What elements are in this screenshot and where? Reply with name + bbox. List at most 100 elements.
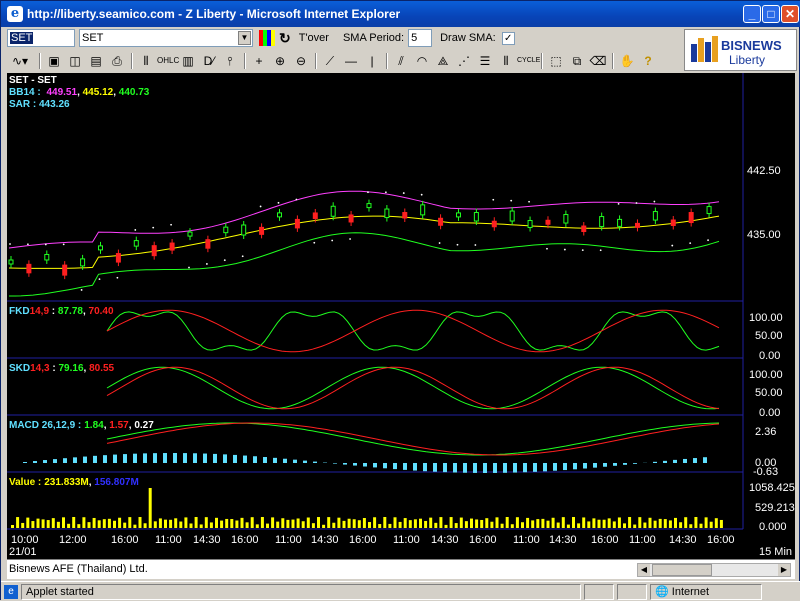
value-bar: [108, 519, 111, 528]
turnover-label[interactable]: T'over: [295, 32, 333, 44]
macd-histogram-bar: [263, 457, 267, 463]
value-bar: [394, 517, 397, 528]
dy-icon[interactable]: D⁄: [199, 52, 219, 70]
horizontal-scrollbar[interactable]: ◀ ▶: [637, 563, 791, 577]
value-bar: [689, 524, 692, 528]
value-bar: [598, 520, 601, 528]
legend-bb-label: BB14 :: [9, 87, 41, 98]
value-bar: [480, 520, 483, 528]
close-button[interactable]: ✕: [781, 5, 799, 23]
help-icon[interactable]: ?: [638, 52, 658, 70]
value-bar: [230, 519, 233, 528]
zoom-out-icon[interactable]: ⊖: [291, 52, 311, 70]
value-bar: [669, 520, 672, 528]
bar-chart-icon[interactable]: ▥: [178, 52, 198, 70]
candle: [671, 220, 675, 226]
symbol-input[interactable]: SET: [7, 29, 75, 47]
indicator-icon[interactable]: ⫯: [220, 52, 240, 70]
chart-canvas[interactable]: SET - SET BB14 : 449.51, 445.12, 440.73 …: [7, 73, 795, 559]
separator: [386, 53, 388, 69]
macd-histogram-bar: [653, 462, 657, 463]
y-label-fkd-100: 100.00: [749, 312, 783, 324]
copy-icon[interactable]: ⧉: [567, 52, 587, 70]
horizontal-line-icon[interactable]: —: [341, 52, 361, 70]
draw-sma-label: Draw SMA:: [436, 32, 500, 44]
legend-fkd-name: FKD: [9, 306, 30, 317]
cycle-icon[interactable]: CYCLE: [517, 52, 537, 70]
value-bar: [164, 520, 167, 528]
macd-histogram-bar: [413, 463, 417, 471]
zoom-in-icon[interactable]: ⊕: [270, 52, 290, 70]
scrollbar-thumb[interactable]: [652, 564, 712, 576]
ohlc-icon[interactable]: OHLC: [157, 52, 177, 70]
value-bar: [128, 517, 131, 528]
separator: [131, 53, 133, 69]
macd-histogram-bar: [593, 463, 597, 468]
candle: [45, 254, 49, 259]
value-bar: [536, 519, 539, 528]
value-bar: [215, 518, 218, 528]
time-zone-icon[interactable]: ⦀: [496, 52, 516, 70]
scroll-left-icon[interactable]: ◀: [638, 564, 650, 576]
macd-histogram-bar: [33, 461, 37, 463]
value-bar: [312, 523, 315, 528]
channel-icon[interactable]: ⫽: [391, 52, 411, 70]
hand-icon[interactable]: ✋: [617, 52, 637, 70]
open-icon[interactable]: ▣: [44, 52, 64, 70]
x-axis-label: 16:00: [591, 534, 619, 546]
sar-dot: [116, 277, 118, 279]
maximize-button[interactable]: □: [762, 5, 780, 23]
scroll-right-icon[interactable]: ▶: [778, 564, 790, 576]
chevron-down-icon[interactable]: ▼: [238, 31, 251, 45]
x-axis-label: 11:00: [155, 534, 182, 546]
trend-line-icon[interactable]: ⟋: [320, 52, 340, 70]
symbol-select[interactable]: SET ▼: [79, 29, 253, 47]
minimize-button[interactable]: _: [743, 5, 761, 23]
speed-line-icon[interactable]: ⋰: [454, 52, 474, 70]
macd-histogram-bar: [113, 455, 117, 463]
value-bar: [322, 525, 325, 528]
select-icon[interactable]: ⬚: [546, 52, 566, 70]
macd-histogram-bar: [93, 456, 97, 463]
value-bar: [159, 518, 162, 528]
crosshair-icon[interactable]: +: [249, 52, 269, 70]
delete-icon[interactable]: ⌫: [588, 52, 608, 70]
fibonacci-retrace-icon[interactable]: ☰: [475, 52, 495, 70]
value-bar: [465, 521, 468, 528]
y-axis-labels: 442.50 435.00 100.00 50.00 0.00 100.00 5…: [747, 165, 795, 533]
print-icon[interactable]: ⎙: [107, 52, 127, 70]
sar-dot: [99, 278, 101, 280]
x-axis: 10:0012:0016:0011:0014:3016:0011:0014:30…: [11, 534, 735, 546]
legend-skd-v1: 79.16: [58, 363, 83, 374]
bisnews-logo-icon: BISNEWS Liberty: [685, 30, 798, 72]
value-bar: [419, 519, 422, 528]
candle: [9, 260, 13, 264]
macd-histogram-bar: [283, 459, 287, 463]
sar-dot: [653, 201, 655, 203]
value-bar: [450, 517, 453, 528]
refresh-icon[interactable]: ↻: [275, 30, 295, 47]
fan-icon[interactable]: ⟁: [433, 52, 453, 70]
candle: [277, 213, 281, 217]
oscillator-signal-line: [107, 367, 719, 409]
value-bar: [118, 518, 121, 528]
fibonacci-arc-icon[interactable]: ◠: [412, 52, 432, 70]
candle-icon[interactable]: ⫴: [136, 52, 156, 70]
draw-sma-checkbox[interactable]: ✓: [502, 32, 515, 45]
new-window-icon[interactable]: ◫: [65, 52, 85, 70]
color-palette-icon[interactable]: [259, 30, 275, 46]
bisnews-logo[interactable]: BISNEWS Liberty: [684, 29, 797, 71]
sar-dot: [492, 199, 494, 201]
macd-histogram-bar: [383, 463, 387, 468]
candle: [689, 213, 693, 223]
save-icon[interactable]: ▤: [86, 52, 106, 70]
vertical-line-icon[interactable]: |: [362, 52, 382, 70]
value-bar: [98, 520, 101, 528]
legend-macd-v1: 1.84: [84, 420, 104, 431]
macd-histogram-bar: [163, 453, 167, 463]
chart-svg[interactable]: SET - SET BB14 : 449.51, 445.12, 440.73 …: [7, 73, 795, 559]
sma-period-input[interactable]: 5: [408, 29, 432, 47]
candle: [331, 206, 335, 216]
x-axis-label: 14:30: [431, 534, 459, 546]
chart-type-icon[interactable]: ∿▾: [5, 52, 35, 70]
